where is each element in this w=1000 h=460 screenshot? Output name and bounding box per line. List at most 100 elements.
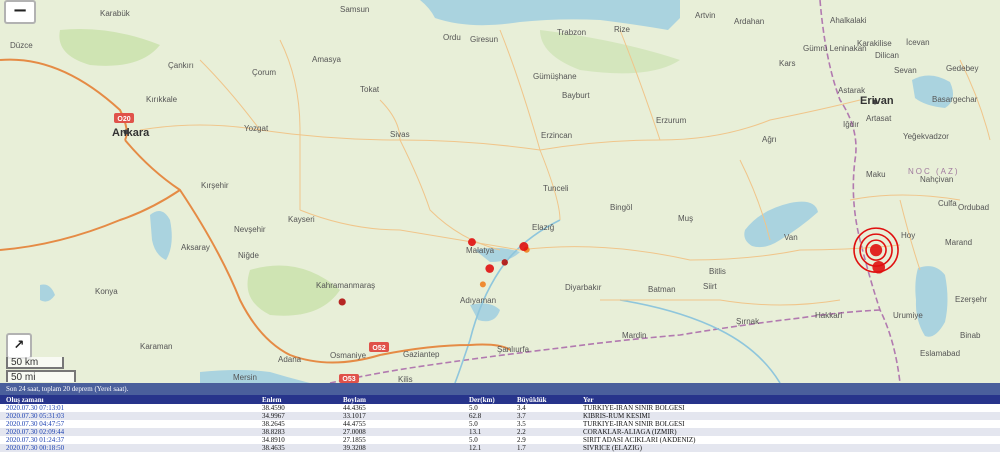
map-view[interactable]: O20 O52 O53 Ankara Erivan Karabük Düzce … [0, 0, 1000, 383]
col-depth[interactable]: Der(km) [463, 395, 511, 404]
table-row[interactable]: 2020.07.30 01:24:37 34.8910 27.1855 5.0 2.9 S… [0, 436, 1000, 444]
table-row[interactable]: 2020.07.30 00:18:50 38.4635 39.3208 12.1 1.7… [0, 444, 1000, 452]
label-hoy: Hoy [901, 231, 915, 240]
cell-time[interactable]: 2020.07.30 00:18:50 [0, 444, 256, 452]
cell-time[interactable]: 2020.07.30 05:31:03 [0, 412, 256, 420]
map-canvas[interactable]: O20 O52 O53 Ankara Erivan Karabük Düzce … [0, 0, 1000, 383]
label-elazig: Elazığ [532, 223, 554, 232]
cell-mag: 2.2 [511, 428, 577, 436]
label-maku: Maku [866, 170, 886, 179]
label-culfa: Culfa [938, 199, 957, 208]
table-row[interactable]: 2020.07.30 02:09:44 38.8283 27.0008 13.1 2.2… [0, 428, 1000, 436]
label-sivas: Sivas [390, 130, 410, 139]
quake-marker[interactable] [519, 242, 529, 252]
label-malatya: Malatya [466, 246, 495, 255]
label-van: Van [784, 233, 798, 242]
cell-lat: 38.4635 [256, 444, 337, 452]
quake-marker[interactable] [479, 281, 486, 288]
label-nevsehir: Nevşehir [234, 225, 266, 234]
label-astarak: Astarak [838, 86, 866, 95]
label-kirikkale: Kırıkkale [146, 95, 178, 104]
table-row[interactable]: 2020.07.30 07:13:01 38.4590 44.4365 5.0 3.4 T… [0, 404, 1000, 412]
cell-lon: 39.3208 [337, 444, 463, 452]
label-aksaray: Aksaray [181, 243, 210, 252]
label-nigde: Niğde [238, 251, 259, 260]
scale-bar-mi: 50 mi [6, 370, 76, 383]
label-ankara: Ankara [112, 127, 150, 139]
earthquake-list-panel: Son 24 saat, toplam 20 deprem (Yerel saa… [0, 383, 1000, 460]
label-kirsehir: Kırşehir [201, 181, 229, 190]
label-giresun: Giresun [470, 35, 498, 44]
label-sanliurfa: Şanlıurfa [497, 345, 530, 354]
panel-title: Son 24 saat, toplam 20 deprem (Yerel saa… [0, 383, 1000, 395]
quake-marker[interactable] [338, 298, 346, 306]
label-rize: Rize [614, 25, 631, 34]
cell-depth: 12.1 [463, 444, 511, 452]
label-cankiri: Çankırı [168, 61, 194, 70]
label-tokat: Tokat [360, 85, 380, 94]
label-trabzon: Trabzon [557, 28, 586, 37]
table-row[interactable]: 2020.07.30 05:31:03 34.9967 33.1017 62.8 3.7… [0, 412, 1000, 420]
cell-lat: 38.8283 [256, 428, 337, 436]
cell-place: TURKIYE-IRAN SINIR BOLGESI [577, 404, 1000, 412]
label-gedebey: Gedebey [946, 64, 978, 73]
quake-marker[interactable] [485, 264, 495, 273]
label-kayseri: Kayseri [288, 215, 315, 224]
cell-mag: 3.5 [511, 420, 577, 428]
label-eslamabad: Eslamabad [920, 349, 960, 358]
col-mag[interactable]: Büyüklük [511, 395, 577, 404]
label-diyarbakir: Diyarbakır [565, 283, 602, 292]
cell-lon: 27.0008 [337, 428, 463, 436]
cell-time[interactable]: 2020.07.30 02:09:44 [0, 428, 256, 436]
label-basargechar: Basargechar [932, 95, 978, 104]
label-gaziantep: Gaziantep [403, 350, 440, 359]
expand-icon[interactable]: ↗ [6, 333, 32, 359]
label-siirt: Siirt [703, 282, 718, 291]
zoom-out-button[interactable]: − [4, 0, 36, 24]
svg-text:O20: O20 [117, 116, 130, 123]
cell-time[interactable]: 2020.07.30 07:13:01 [0, 404, 256, 412]
svg-text:O52: O52 [372, 345, 385, 352]
road-shield-o52: O52 [369, 342, 389, 352]
cell-time[interactable]: 2020.07.30 04:47:57 [0, 420, 256, 428]
cell-depth: 5.0 [463, 404, 511, 412]
quake-marker[interactable] [869, 244, 883, 257]
cell-depth: 5.0 [463, 436, 511, 444]
label-kars: Kars [779, 59, 795, 68]
label-ardahan: Ardahan [734, 17, 764, 26]
cell-time[interactable]: 2020.07.30 01:24:37 [0, 436, 256, 444]
road-shield-o53: O53 [339, 374, 359, 383]
label-karaman: Karaman [140, 342, 172, 351]
cell-lon: 27.1855 [337, 436, 463, 444]
label-duzce: Düzce [10, 41, 33, 50]
label-ijevan: İcevan [906, 38, 930, 47]
road-shield-o20: O20 [114, 113, 134, 123]
col-place[interactable]: Yer [577, 395, 1000, 404]
label-urumiye: Urumiye [893, 311, 923, 320]
cell-depth: 5.0 [463, 420, 511, 428]
label-hakkari: Hakkari [815, 311, 842, 320]
label-yozgat: Yozgat [244, 124, 269, 133]
quake-marker[interactable] [501, 259, 508, 266]
quake-marker[interactable] [872, 260, 886, 274]
col-lat[interactable]: Enlem [256, 395, 337, 404]
label-artasat: Artasat [866, 114, 892, 123]
label-noc: NOC (AZ) [908, 167, 960, 176]
label-batman: Batman [648, 285, 676, 294]
table-row[interactable]: 2020.07.30 04:47:57 38.2645 44.4755 5.0 3.5 T… [0, 420, 1000, 428]
label-osmaniye: Osmaniye [330, 351, 367, 360]
cell-place: CORAKLAR-ALIAGA (IZMIR) [577, 428, 1000, 436]
table-header-row: Oluş zamanı Enlem Boylam Der(km) Büyüklü… [0, 395, 1000, 404]
col-time[interactable]: Oluş zamanı [0, 395, 256, 404]
label-adana: Adana [278, 355, 302, 364]
cell-lat: 38.4590 [256, 404, 337, 412]
label-bayburt: Bayburt [562, 91, 590, 100]
label-karabuk: Karabük [100, 9, 131, 18]
label-corum: Çorum [252, 68, 276, 77]
quake-marker[interactable] [467, 238, 476, 247]
cell-depth: 13.1 [463, 428, 511, 436]
label-bitlis: Bitlis [709, 267, 726, 276]
label-gumushane: Gümüşhane [533, 72, 577, 81]
col-lon[interactable]: Boylam [337, 395, 463, 404]
table-body: 2020.07.30 07:13:01 38.4590 44.4365 5.0 3.4 T… [0, 404, 1000, 452]
